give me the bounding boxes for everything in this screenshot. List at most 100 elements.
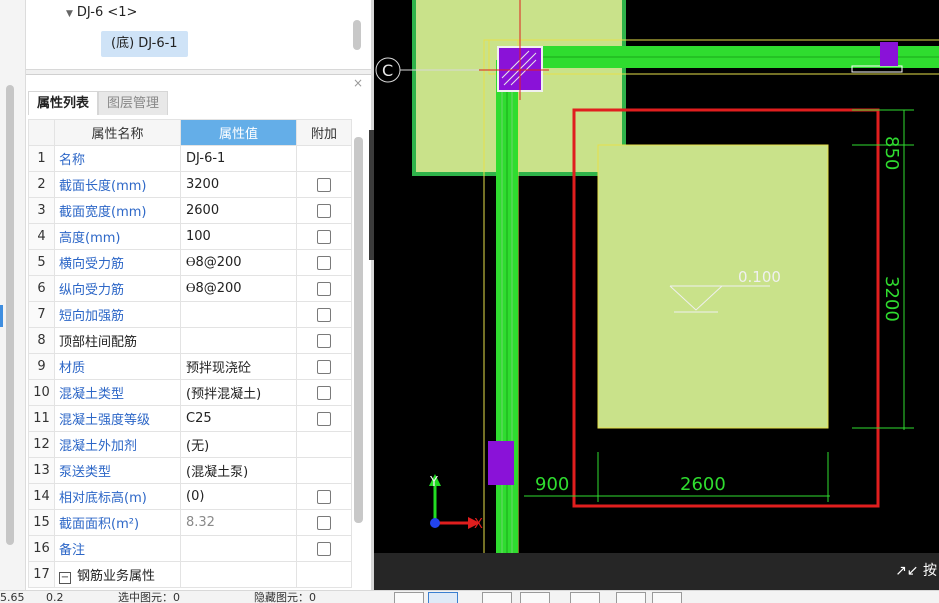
property-name-label: 相对底标高(m) xyxy=(59,491,147,506)
property-value[interactable]: 预拌现浇砼 xyxy=(180,353,297,380)
property-value[interactable] xyxy=(180,561,297,588)
extra-checkbox[interactable] xyxy=(317,541,331,556)
property-value[interactable]: (混凝土泵) xyxy=(180,457,297,484)
property-value[interactable]: DJ-6-1 xyxy=(180,145,297,172)
tree-node-parent[interactable]: ▼ DJ-6 <1> xyxy=(66,5,137,20)
extra-checkbox[interactable] xyxy=(317,229,331,244)
property-row[interactable]: 17− 钢筋业务属性 xyxy=(28,561,352,588)
property-value[interactable]: 2600 xyxy=(180,197,297,224)
row-number: 2 xyxy=(28,171,55,198)
extra-checkbox[interactable] xyxy=(317,333,331,348)
property-row[interactable]: 7 短向加强筋 xyxy=(28,301,352,328)
elevation-label: 0.100 xyxy=(738,268,781,286)
property-extra xyxy=(296,275,352,302)
property-row[interactable]: 16 备注 xyxy=(28,535,352,562)
row-number: 12 xyxy=(28,431,55,458)
collapse-toggle-icon[interactable]: − xyxy=(59,572,71,584)
property-row[interactable]: 4 高度(mm) 100 xyxy=(28,223,352,250)
extra-checkbox[interactable] xyxy=(317,281,331,296)
canvas-toggle-label: 按 xyxy=(923,563,937,579)
property-value[interactable] xyxy=(180,535,297,562)
ucs-y-label: Y xyxy=(429,475,438,490)
property-value[interactable] xyxy=(180,327,297,354)
intersect-tool-button[interactable] xyxy=(482,592,512,603)
save-tool-button[interactable] xyxy=(616,592,646,603)
drawing-svg: C 0.100 850 3200 900 2600 Y X xyxy=(375,0,939,590)
extra-checkbox[interactable] xyxy=(317,255,331,270)
property-row[interactable]: 3 截面宽度(mm) 2600 xyxy=(28,197,352,224)
column-purple-right[interactable] xyxy=(880,42,898,66)
tab-property-list[interactable]: 属性列表 xyxy=(28,91,99,115)
property-name: 高度(mm) xyxy=(54,223,181,250)
property-value[interactable]: 3200 xyxy=(180,171,297,198)
property-value[interactable]: (无) xyxy=(180,431,297,458)
property-name: 材质 xyxy=(54,353,181,380)
extra-checkbox[interactable] xyxy=(317,359,331,374)
extra-checkbox[interactable] xyxy=(317,385,331,400)
extra-checkbox[interactable] xyxy=(317,307,331,322)
canvas-toggle-button[interactable]: ↗↙ 按 xyxy=(895,559,939,583)
dim-top-label: 850 xyxy=(881,136,902,170)
column-purple-bottom[interactable] xyxy=(488,441,514,485)
tree-node-selected[interactable]: (底) DJ-6-1 xyxy=(101,31,188,57)
property-extra-header: 附加 xyxy=(296,119,352,146)
property-row[interactable]: 12 混凝土外加剂 (无) xyxy=(28,431,352,458)
property-value[interactable]: 8.32 xyxy=(180,509,297,536)
line-tool-button[interactable] xyxy=(520,592,550,603)
property-value[interactable]: C25 xyxy=(180,405,297,432)
collapse-arrow-icon[interactable]: ▼ xyxy=(66,9,73,19)
property-row[interactable]: 10 混凝土类型 (预拌混凝土) xyxy=(28,379,352,406)
select-tool-button[interactable] xyxy=(428,592,458,603)
property-name-label: 纵向受力筋 xyxy=(59,283,125,298)
property-value[interactable]: 100 xyxy=(180,223,297,250)
property-scrollbar[interactable] xyxy=(354,137,363,523)
property-row[interactable]: 8 顶部柱间配筋 xyxy=(28,327,352,354)
selected-count: 选中图元：0 xyxy=(118,591,180,603)
property-extra xyxy=(296,405,352,432)
angle-tool-button[interactable] xyxy=(652,592,682,603)
row-number: 15 xyxy=(28,509,55,536)
property-value[interactable]: (0) xyxy=(180,483,297,510)
left-scrollbar[interactable] xyxy=(6,85,14,545)
ucs-x-label: X xyxy=(474,517,483,532)
snap-tool-button[interactable] xyxy=(394,592,424,603)
property-row[interactable]: 5 横向受力筋 Ⲑ8@200 xyxy=(28,249,352,276)
property-row[interactable]: 11 混凝土强度等级 C25 xyxy=(28,405,352,432)
extra-checkbox[interactable] xyxy=(317,411,331,426)
property-extra xyxy=(296,249,352,276)
property-row[interactable]: 15 截面面积(m²) 8.32 xyxy=(28,509,352,536)
property-row[interactable]: 6 纵向受力筋 Ⲑ8@200 xyxy=(28,275,352,302)
property-row[interactable]: 9 材质 预拌现浇砼 xyxy=(28,353,352,380)
close-icon[interactable]: × xyxy=(353,76,363,90)
property-extra xyxy=(296,353,352,380)
property-name-label: 钢筋业务属性 xyxy=(77,569,156,584)
property-name: 名称 xyxy=(54,145,181,172)
property-value[interactable]: (预拌混凝土) xyxy=(180,379,297,406)
property-row[interactable]: 1 名称 DJ-6-1 xyxy=(28,145,352,172)
extra-checkbox[interactable] xyxy=(317,489,331,504)
tree-scrollbar[interactable] xyxy=(353,20,361,50)
property-name: 混凝土外加剂 xyxy=(54,431,181,458)
row-number: 14 xyxy=(28,483,55,510)
row-number: 10 xyxy=(28,379,55,406)
extra-checkbox[interactable] xyxy=(317,177,331,192)
property-value[interactable] xyxy=(180,301,297,328)
property-row[interactable]: 2 截面长度(mm) 3200 xyxy=(28,171,352,198)
property-name: 截面宽度(mm) xyxy=(54,197,181,224)
extra-checkbox[interactable] xyxy=(317,203,331,218)
collapse-arrows-icon: ↗↙ xyxy=(895,563,919,579)
property-value[interactable]: Ⲑ8@200 xyxy=(180,249,297,276)
property-grid-header: 属性名称 属性值 附加 xyxy=(28,119,352,146)
property-value[interactable]: Ⲑ8@200 xyxy=(180,275,297,302)
drawing-canvas[interactable]: C 0.100 850 3200 900 2600 Y X xyxy=(374,0,939,590)
property-row[interactable]: 14 相对底标高(m) (0) xyxy=(28,483,352,510)
row-number: 13 xyxy=(28,457,55,484)
tab-layer-management[interactable]: 图层管理 xyxy=(98,91,169,115)
add-tool-button[interactable] xyxy=(570,592,600,603)
property-name-label: 泵送类型 xyxy=(59,465,112,480)
axis-c-label: C xyxy=(382,61,393,80)
extra-checkbox[interactable] xyxy=(317,515,331,530)
property-tabs: 属性列表 图层管理 xyxy=(28,91,169,115)
property-name: 短向加强筋 xyxy=(54,301,181,328)
property-row[interactable]: 13 泵送类型 (混凝土泵) xyxy=(28,457,352,484)
